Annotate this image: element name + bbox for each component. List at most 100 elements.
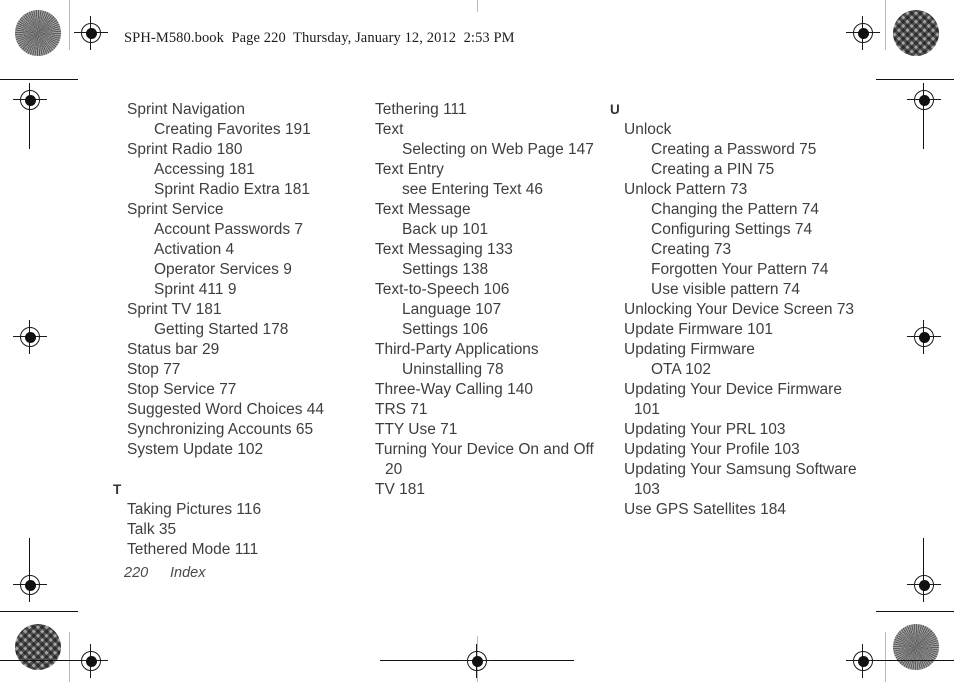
- index-entry: Updating Your PRL 103: [624, 421, 786, 438]
- index-subentry: Creating Favorites 191: [154, 121, 311, 138]
- index-entry: TTY Use 71: [375, 421, 458, 438]
- index-subentry: Configuring Settings 74: [651, 221, 813, 238]
- index-entry: Text Message: [375, 201, 471, 218]
- registration-mark-top-left: [74, 16, 108, 50]
- index-subentry: Sprint Radio Extra 181: [154, 181, 310, 198]
- registration-mark-bottom-center: [460, 644, 494, 678]
- index-entry: Updating Your Profile 103: [624, 441, 800, 458]
- rule-bottom-left-horizontal: [0, 660, 74, 662]
- rosette-mark-bottom-right: [893, 624, 939, 670]
- index-entry: Synchronizing Accounts 65: [127, 421, 314, 438]
- rule-right-lower-vertical: [923, 538, 925, 588]
- trim-line-right-lower: [876, 611, 954, 613]
- index-subentry: Accessing 181: [154, 161, 255, 178]
- index-entry: Updating Your Device Firmware 101: [624, 381, 847, 418]
- registration-mark-left-middle: [13, 320, 47, 354]
- rule-bottom-center-left: [380, 660, 461, 662]
- rule-left-upper-vertical: [29, 83, 31, 149]
- guide-line-center-bottom: [477, 636, 478, 682]
- index-entry: Update Firmware 101: [624, 321, 774, 338]
- rosette-mark-bottom-left: [15, 624, 61, 670]
- index-entry: Sprint Service: [127, 201, 224, 218]
- index-entry: Text Messaging 133: [375, 241, 513, 258]
- running-header: SPH-M580.book Page 220 Thursday, January…: [124, 30, 515, 46]
- index-subentry: Activation 4: [154, 241, 235, 258]
- index-entry: Stop 77: [127, 361, 181, 378]
- index-subentry: Sprint 411 9: [154, 281, 237, 298]
- index-entry: Taking Pictures 116: [127, 501, 262, 518]
- index-subentry: OTA 102: [651, 361, 712, 378]
- index-entry: TV 181: [375, 481, 425, 498]
- index-entry: Unlock Pattern 73: [624, 181, 748, 198]
- guide-line-right-top: [885, 0, 886, 50]
- page-number: 220: [124, 565, 149, 581]
- index-subentry: Uninstalling 78: [402, 361, 504, 378]
- guide-line-center-top: [477, 0, 478, 12]
- index-subentry: Settings 106: [402, 321, 489, 338]
- index-subentry: Selecting on Web Page 147: [402, 141, 594, 158]
- index-entry: Unlocking Your Device Screen 73: [624, 301, 855, 318]
- index-entry: Text Entry: [375, 161, 444, 178]
- index-subentry: Creating a Password 75: [651, 141, 817, 158]
- index-section-letter: U: [610, 102, 620, 117]
- footer-section-name: Index: [170, 565, 206, 581]
- registration-mark-right-upper: [907, 83, 941, 117]
- index-entry: Use GPS Satellites 184: [624, 501, 786, 518]
- rule-left-lower-vertical: [29, 538, 31, 588]
- rule-bottom-center-right: [493, 660, 574, 662]
- index-entry: System Update 102: [127, 441, 264, 458]
- trim-line-left-lower: [0, 611, 78, 613]
- index-entry: Text: [375, 121, 404, 138]
- rosette-mark-top-right: [893, 10, 939, 56]
- rule-right-upper-vertical: [923, 83, 925, 149]
- index-subentry: Language 107: [402, 301, 502, 318]
- index-subentry: Creating 73: [651, 241, 732, 258]
- index-entry: Status bar 29: [127, 341, 220, 358]
- guide-line-right-bottom: [885, 632, 886, 682]
- registration-mark-bottom-left: [74, 644, 108, 678]
- index-entry: Tethering 111: [375, 101, 467, 118]
- index-subentry: Operator Services 9: [154, 261, 292, 278]
- index-entry: Sprint TV 181: [127, 301, 222, 318]
- guide-line-left-top: [69, 0, 70, 50]
- index-entry: Unlock: [624, 121, 672, 138]
- index-subentry: see Entering Text 46: [402, 181, 544, 198]
- registration-mark-top-right: [846, 16, 880, 50]
- guide-line-left-bottom: [69, 632, 70, 682]
- registration-mark-right-middle: [907, 320, 941, 354]
- index-entry: Tethered Mode 111: [127, 541, 259, 558]
- page-footer: 220 Index: [124, 565, 205, 581]
- index-subentry: Account Passwords 7: [154, 221, 304, 238]
- registration-mark-right-lower: [907, 568, 941, 602]
- trim-line-right-upper: [876, 79, 954, 81]
- registration-mark-bottom-right: [846, 644, 880, 678]
- index-entry: Suggested Word Choices 44: [127, 401, 325, 418]
- index-entry: Talk 35: [127, 521, 177, 538]
- index-entry: Third-Party Applications: [375, 341, 539, 358]
- trim-line-left-upper: [0, 79, 78, 81]
- registration-mark-left-upper: [13, 83, 47, 117]
- index-entry: Text-to-Speech 106: [375, 281, 510, 298]
- index-subentry: Use visible pattern 74: [651, 281, 801, 298]
- index-entry: Updating Firmware: [624, 341, 755, 358]
- index-subentry: Settings 138: [402, 261, 489, 278]
- index-entry: Stop Service 77: [127, 381, 237, 398]
- index-column-1: Sprint Navigation Creating Favorites 191 S…: [113, 100, 363, 560]
- rule-bottom-right-horizontal: [880, 660, 954, 662]
- index-entry: Turning Your Device On and Off 20: [375, 441, 599, 478]
- index-entry: Three-Way Calling 140: [375, 381, 533, 398]
- index-subentry: Getting Started 178: [154, 321, 289, 338]
- index-subentry: Forgotten Your Pattern 74: [651, 261, 829, 278]
- index-entry: Sprint Navigation: [127, 101, 246, 118]
- index-section-letter: T: [113, 482, 122, 497]
- rosette-mark-top-left: [15, 10, 61, 56]
- index-column-3: U Unlock Creating a Password 75 Creating a …: [610, 100, 861, 520]
- index-spacer: [127, 460, 363, 480]
- index-entry: Updating Your Samsung Software 103: [624, 461, 861, 498]
- index-subentry: Creating a PIN 75: [651, 161, 775, 178]
- index-subentry: Back up 101: [402, 221, 489, 238]
- index-column-2: Tethering 111 Text Selecting on Web Page 1…: [375, 100, 611, 500]
- index-entry: Sprint Radio 180: [127, 141, 243, 158]
- index-entry: TRS 71: [375, 401, 428, 418]
- index-subentry: Changing the Pattern 74: [651, 201, 820, 218]
